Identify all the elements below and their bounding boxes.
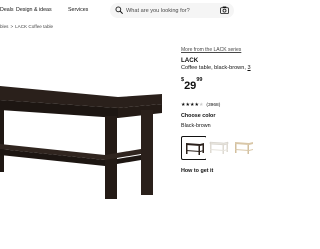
- product-measurement-link[interactable]: 3: [247, 65, 250, 71]
- how-to-get-it-heading: How to get it: [181, 168, 214, 174]
- product-rating[interactable]: ★★★★★ (3968): [181, 93, 220, 108]
- price-whole: 29: [184, 80, 197, 92]
- swatch-table-thumbnail: [209, 141, 229, 154]
- product-description-text: Coffee table, black-brown,: [181, 65, 246, 71]
- top-navigation: Deals Design & ideas Services: [0, 0, 249, 22]
- color-swatch-black-brown[interactable]: [181, 136, 207, 160]
- price-cents: 99: [196, 77, 203, 83]
- breadcrumb-item-current[interactable]: LACK Coffee table: [15, 24, 53, 29]
- color-swatch-white-stained-oak[interactable]: [231, 136, 257, 160]
- product-image[interactable]: [0, 86, 162, 201]
- search-bar[interactable]: [110, 3, 234, 18]
- table-leg-left: [0, 110, 4, 172]
- product-description: Coffee table, black-brown, 3: [181, 65, 251, 71]
- camera-icon[interactable]: [220, 6, 229, 14]
- color-selected-label: Black-brown: [181, 123, 211, 129]
- rating-count[interactable]: (3968): [206, 103, 220, 108]
- breadcrumb: bles > LACK Coffee table: [0, 24, 53, 29]
- series-link[interactable]: More from the LACK series: [181, 47, 241, 53]
- search-icon[interactable]: [115, 6, 123, 14]
- nav-link-services[interactable]: Services: [68, 7, 88, 13]
- table-leg-back-right: [141, 110, 153, 195]
- product-name: LACK: [181, 57, 199, 64]
- color-swatch-white[interactable]: [206, 136, 232, 160]
- swatch-table-thumbnail: [186, 143, 204, 155]
- nav-link-deals[interactable]: Deals: [0, 7, 14, 13]
- star-half-icon: ★: [198, 102, 204, 108]
- swatch-table-thumbnail: [235, 142, 253, 154]
- price-currency: $: [181, 77, 185, 83]
- rating-stars: ★★★★★: [181, 102, 203, 108]
- breadcrumb-separator: >: [10, 24, 14, 29]
- product-price: $2999: [181, 76, 202, 94]
- breadcrumb-item[interactable]: bles: [0, 24, 8, 29]
- color-heading: Choose color: [181, 113, 216, 119]
- nav-link-design-ideas[interactable]: Design & ideas: [16, 7, 52, 13]
- search-input[interactable]: [126, 4, 214, 17]
